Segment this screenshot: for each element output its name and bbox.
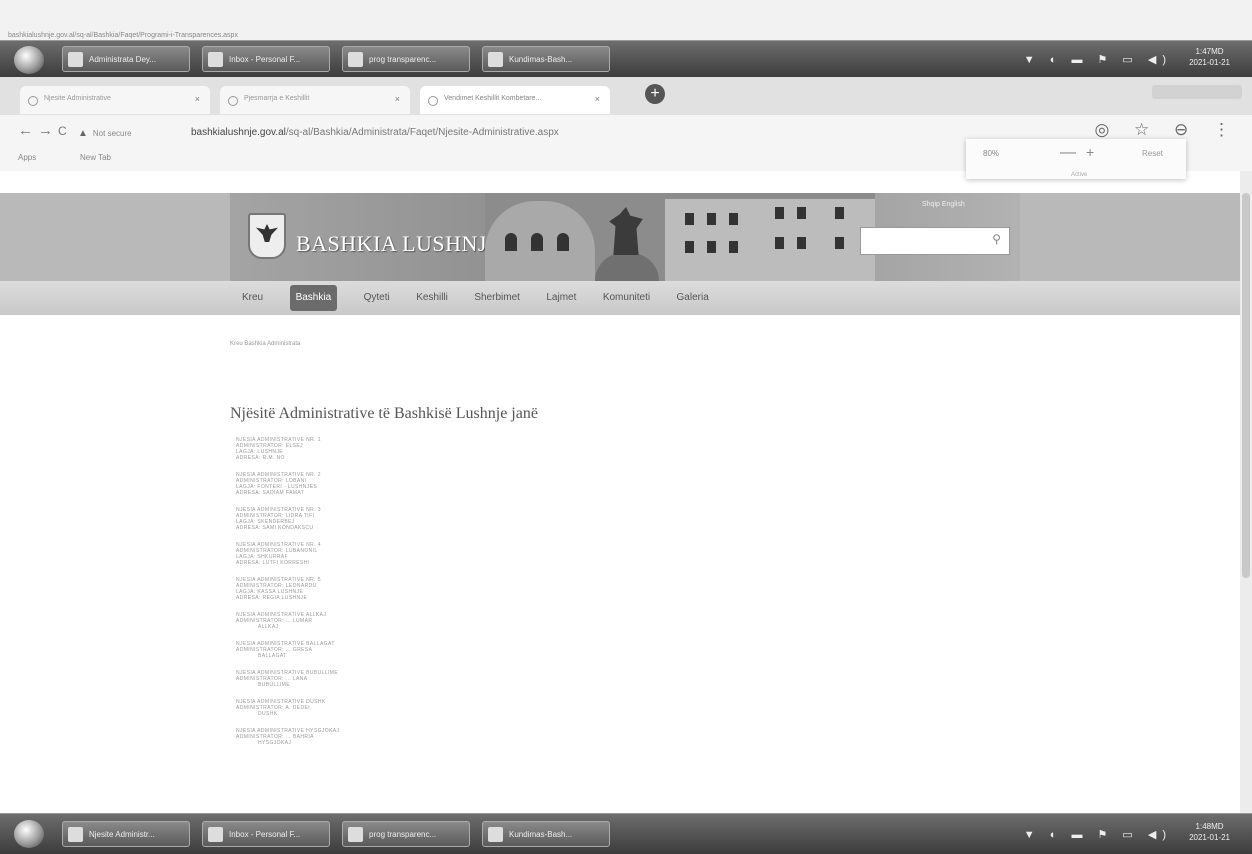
site-icon — [428, 96, 438, 106]
system-tray-icons[interactable]: ▼ ◐ ▬ ⚑ ▭ ◀) — [1024, 53, 1172, 66]
scrollbar-thumb[interactable] — [1242, 193, 1250, 578]
tab-vendimet[interactable]: Vendimet Keshillit Kombetare... × — [420, 86, 610, 114]
taskbar-button-browser[interactable]: Administrata Dey... — [62, 46, 190, 72]
list-item: NJESIA ADMINISTRATIVE NR. 5 ADMINISTRATOR… — [236, 577, 496, 601]
new-tab-button[interactable]: + — [645, 84, 665, 104]
taskbar-button-word[interactable]: Kundimas-Bash... — [482, 821, 610, 847]
toolbar-right-icons[interactable]: ◎ ☆ ⊖ ⋮ — [1095, 120, 1241, 140]
start-button[interactable] — [14, 820, 44, 848]
statue-image — [609, 207, 643, 255]
list-item: NJESIA ADMINISTRATIVE BALLAGAT ADMINISTRA… — [236, 641, 496, 659]
forward-icon[interactable]: → — [38, 122, 53, 139]
tab-njesite-administrative[interactable]: Njesite Administrative × — [20, 86, 210, 114]
folder-icon — [348, 827, 363, 842]
zoom-reset-button[interactable]: Reset — [1142, 149, 1163, 158]
list-item-line: ADRESA: LUTFI KORRESHI — [236, 560, 310, 566]
units-list: NJESIA ADMINISTRATIVE NR. 1 ADMINISTRATOR… — [236, 437, 496, 757]
list-item-line: HYSGJOKAJ — [258, 740, 292, 746]
clock[interactable]: 1:47MD 2021-01-21 — [1189, 46, 1230, 68]
nav-galeria[interactable]: Galeria — [677, 281, 709, 315]
list-item-line: ADRESA: REGIA LUSHNJE — [236, 595, 308, 601]
folder-icon — [348, 52, 363, 67]
page-scrollbar[interactable] — [1240, 171, 1252, 813]
clock[interactable]: 1:48MD 2021-01-21 — [1189, 821, 1230, 843]
warning-icon: ▲ — [78, 128, 88, 139]
list-item: NJESIA ADMINISTRATIVE HYSGJOKAJ ADMINISTR… — [236, 728, 496, 746]
tab-pjesmarrja[interactable]: Pjesmarrja e Keshillit × — [220, 86, 410, 114]
list-item: NJESIA ADMINISTRATIVE NR. 3 ADMINISTRATOR… — [236, 507, 496, 531]
outlook-icon — [208, 827, 223, 842]
bookmark-new-tab[interactable]: New Tab — [80, 153, 111, 162]
list-item: NJESIA ADMINISTRATIVE NR. 4 ADMINISTRATOR… — [236, 542, 496, 566]
system-tray-icons[interactable]: ▼ ◐ ▬ ⚑ ▭ ◀) — [1024, 828, 1172, 841]
globe-icon — [28, 96, 38, 106]
site-title[interactable]: BASHKIA LUSHNJE — [296, 231, 501, 257]
zoom-in-button[interactable]: + — [1086, 144, 1094, 160]
close-tab-icon[interactable]: × — [395, 86, 400, 112]
window-controls[interactable] — [1152, 85, 1242, 99]
site-search-input[interactable]: ⚲ — [860, 227, 1010, 255]
taskbar-bottom: Njesite Administr... Inbox - Personal F.… — [0, 813, 1252, 854]
search-icon[interactable]: ⚲ — [992, 232, 1001, 246]
site-banner: BASHKIA LUSHNJE Shqip English ⚲ — [0, 193, 1240, 281]
list-item-line: BALLAGAT — [258, 653, 287, 659]
reload-icon[interactable]: C — [58, 124, 67, 138]
language-switch[interactable]: Shqip English — [922, 201, 965, 208]
site-nav: Kreu Bashkia Qyteti Keshilli Sherbimet L… — [0, 281, 1240, 315]
zoom-out-button[interactable]: — — [1060, 144, 1076, 162]
taskbar-top: Administrata Dey... Inbox - Personal F..… — [0, 40, 1252, 77]
banner-inner: BASHKIA LUSHNJE Shqip English ⚲ — [230, 193, 1020, 281]
list-item-line: ADRESA: SAMI KONDAKSCU — [236, 525, 314, 531]
word-icon — [488, 827, 503, 842]
list-item-line: ALLKAJ — [258, 624, 279, 630]
zoom-caption: Active — [1071, 172, 1088, 178]
nav-kreu[interactable]: Kreu — [242, 281, 263, 315]
banner-photo — [485, 193, 875, 281]
taskbar-button-outlook[interactable]: Inbox - Personal F... — [202, 46, 330, 72]
taskbar-button-outlook[interactable]: Inbox - Personal F... — [202, 821, 330, 847]
list-item: NJESIA ADMINISTRATIVE BUBULLIME ADMINISTR… — [236, 670, 496, 688]
page-title: Njësitë Administrative të Bashkisë Lushn… — [230, 405, 538, 422]
taskbar-button-browser[interactable]: Njesite Administr... — [62, 821, 190, 847]
list-item: NJESIA ADMINISTRATIVE ALLKAJ ADMINISTRATO… — [236, 612, 496, 630]
globe-icon — [228, 96, 238, 106]
list-item-line: BUBULLIME — [258, 682, 290, 688]
back-icon[interactable]: ← — [18, 122, 33, 139]
list-item: NJESIA ADMINISTRATIVE NR. 2 ADMINISTRATOR… — [236, 472, 496, 496]
taskbar-button-folder[interactable]: prog transparenc... — [342, 821, 470, 847]
taskbar-button-folder[interactable]: prog transparenc... — [342, 46, 470, 72]
word-icon — [488, 52, 503, 67]
list-item-line: DUSHK — [258, 711, 278, 717]
bookmark-apps[interactable]: Apps — [18, 153, 36, 162]
start-button[interactable] — [14, 46, 44, 74]
list-item: NJESIA ADMINISTRATIVE DUSHK ADMINISTRATOR… — [236, 699, 496, 717]
zoom-level: 80% — [983, 149, 1000, 158]
close-tab-icon[interactable]: × — [195, 86, 200, 112]
breadcrumb[interactable]: Kreu Bashkia Administrata — [230, 341, 300, 347]
nav-komuniteti[interactable]: Komuniteti — [603, 281, 650, 315]
url-strip: bashkialushnje.gov.al/sq-al/Bashkia/Faqe… — [0, 0, 1252, 40]
chrome-icon — [68, 52, 83, 67]
nav-sherbimet[interactable]: Sherbimet — [474, 281, 520, 315]
tab-strip: Njesite Administrative × Pjesmarrja e Ke… — [0, 77, 1252, 115]
list-item: NJESIA ADMINISTRATIVE NR. 1 ADMINISTRATOR… — [236, 437, 496, 461]
chrome-icon — [68, 827, 83, 842]
page-viewport: BASHKIA LUSHNJE Shqip English ⚲ Kreu Bas… — [0, 171, 1240, 813]
nav-keshilli[interactable]: Keshilli — [416, 281, 448, 315]
coat-of-arms-icon[interactable] — [248, 213, 286, 259]
not-secure-indicator[interactable]: ▲ Not secure — [78, 128, 132, 139]
url-strip-text: bashkialushnje.gov.al/sq-al/Bashkia/Faqe… — [8, 32, 238, 39]
nav-bashkia[interactable]: Bashkia — [289, 285, 338, 311]
nav-lajmet[interactable]: Lajmet — [546, 281, 576, 315]
nav-qyteti[interactable]: Qyteti — [364, 281, 390, 315]
list-item-line: ADRESA: R.M. NO — [236, 455, 285, 461]
address-bar[interactable]: bashkialushnje.gov.al/sq-al/Bashkia/Admi… — [191, 127, 559, 138]
taskbar-button-word[interactable]: Kundimas-Bash... — [482, 46, 610, 72]
list-item-line: ADRESA: SADIAM FAMAT — [236, 490, 305, 496]
close-tab-icon[interactable]: × — [595, 86, 600, 112]
outlook-icon — [208, 52, 223, 67]
